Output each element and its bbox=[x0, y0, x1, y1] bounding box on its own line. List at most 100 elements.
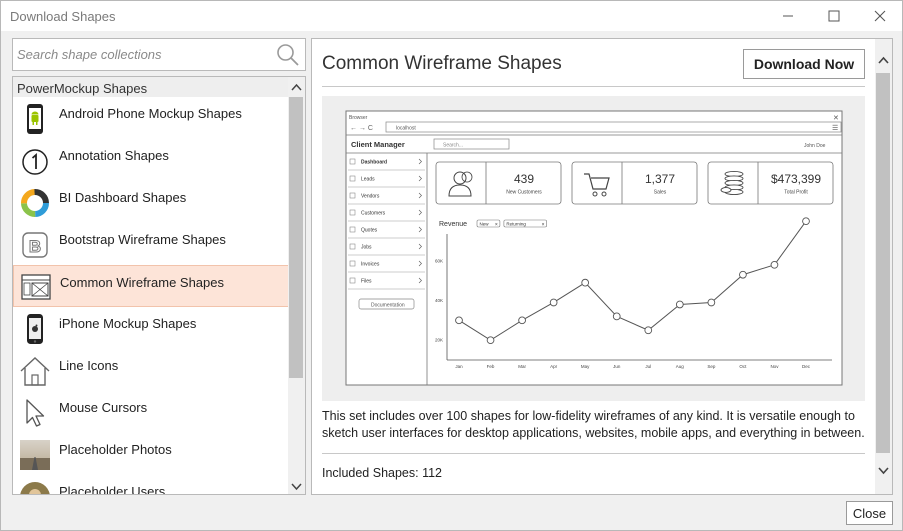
revenue-point bbox=[612, 312, 621, 321]
list-scrollbar[interactable] bbox=[288, 77, 305, 494]
y-tick-label: 60K bbox=[435, 258, 443, 263]
list-item[interactable]: Common Wireframe Shapes bbox=[13, 265, 289, 307]
list-item[interactable]: BI Dashboard Shapes bbox=[13, 181, 289, 223]
x-tick-label: Dec bbox=[802, 364, 811, 369]
preview-nav-arrows-icon: ← → C bbox=[350, 125, 373, 132]
x-tick-label: Jun bbox=[613, 364, 621, 369]
preview-search: Search... bbox=[443, 143, 463, 149]
close-button[interactable]: Close bbox=[846, 501, 893, 525]
revenue-point bbox=[581, 278, 590, 287]
svg-text:B: B bbox=[29, 237, 41, 256]
preview-nav-item: Dashboard bbox=[361, 160, 387, 166]
preview-stat-value: 439 bbox=[514, 172, 534, 186]
list-item[interactable]: Line Icons bbox=[13, 349, 289, 391]
search-input[interactable] bbox=[17, 43, 273, 66]
list-item-label: Android Phone Mockup Shapes bbox=[59, 106, 242, 121]
revenue-point bbox=[739, 270, 747, 279]
list-item-label: Line Icons bbox=[59, 358, 119, 373]
revenue-point bbox=[644, 326, 653, 335]
detail-scrollbar[interactable] bbox=[875, 39, 892, 494]
preview-filter-remove-icon: × bbox=[495, 222, 498, 228]
window-close-button[interactable] bbox=[857, 1, 903, 31]
search-box bbox=[12, 38, 306, 71]
collection-title: Common Wireframe Shapes bbox=[322, 53, 562, 74]
y-tick-label: 20K bbox=[435, 338, 443, 343]
preview-chart-title: Revenue bbox=[439, 221, 467, 228]
download-now-button[interactable]: Download Now bbox=[743, 49, 865, 79]
iphone-icon bbox=[19, 313, 51, 345]
x-tick-label: Apr bbox=[550, 364, 558, 369]
maximize-button[interactable] bbox=[811, 1, 857, 31]
house-line-icon bbox=[19, 355, 51, 387]
annotation-icon bbox=[19, 145, 51, 177]
revenue-point bbox=[770, 260, 779, 269]
android-phone-icon bbox=[19, 103, 51, 135]
preview-stat-label: Sales bbox=[654, 190, 667, 196]
preview-filter-remove-icon: × bbox=[542, 222, 545, 228]
preview-stat-value: $473,399 bbox=[771, 172, 821, 186]
list-item-label: Annotation Shapes bbox=[59, 148, 169, 163]
preview-stat-value: 1,377 bbox=[645, 172, 675, 186]
revenue-point bbox=[455, 316, 463, 325]
list-item-label: Bootstrap Wireframe Shapes bbox=[59, 232, 226, 247]
list-item-label: Placeholder Photos bbox=[59, 442, 172, 457]
list-item[interactable]: B Bootstrap Wireframe Shapes bbox=[13, 223, 289, 265]
list-item[interactable]: Mouse Cursors bbox=[13, 391, 289, 433]
mouse-cursor-icon bbox=[19, 397, 51, 429]
detail-scroll-down-icon[interactable] bbox=[878, 467, 889, 475]
detail-scroll-thumb[interactable] bbox=[876, 73, 890, 453]
list-item-label: Common Wireframe Shapes bbox=[60, 275, 224, 290]
title-divider bbox=[322, 86, 865, 87]
preview-stat-label: New Customers bbox=[506, 190, 542, 196]
collection-description: This set includes over 100 shapes for lo… bbox=[322, 409, 865, 440]
preview-image: Browser ✕ ← → C localhost ☰ Client Manag… bbox=[322, 96, 865, 401]
x-tick-label: May bbox=[581, 364, 590, 369]
detail-scroll-up-icon[interactable] bbox=[878, 56, 889, 64]
list-scroll-thumb[interactable] bbox=[289, 97, 303, 378]
preview-app-title: Client Manager bbox=[351, 140, 405, 149]
list-item[interactable]: Placeholder Photos bbox=[13, 433, 289, 475]
minimize-icon bbox=[783, 15, 793, 17]
preview-close-icon: ✕ bbox=[833, 115, 839, 122]
preview-filter-label: New bbox=[480, 222, 490, 227]
preview-nav-item: Vendors bbox=[361, 194, 380, 200]
list-item[interactable]: Placeholder Users bbox=[13, 475, 289, 494]
revenue-point bbox=[486, 336, 495, 345]
scroll-up-icon[interactable] bbox=[291, 83, 302, 91]
list-item[interactable]: Annotation Shapes bbox=[13, 139, 289, 181]
x-tick-label: Jul bbox=[645, 364, 651, 369]
preview-nav-item: Leads bbox=[361, 177, 375, 183]
preview-user: John Doe bbox=[804, 143, 826, 149]
bootstrap-icon: B bbox=[19, 229, 51, 261]
x-tick-label: Mar bbox=[518, 364, 526, 369]
preview-stat-card bbox=[435, 161, 562, 205]
preview-stat-card bbox=[571, 161, 698, 205]
x-tick-label: Oct bbox=[739, 364, 747, 369]
list-item-label: Mouse Cursors bbox=[59, 400, 148, 415]
donut-chart-icon bbox=[19, 187, 51, 219]
preview-nav-item: Quotes bbox=[361, 228, 378, 234]
download-shapes-dialog: Download Shapes PowerMockup Shapes Andro… bbox=[0, 0, 903, 531]
minimize-button[interactable] bbox=[765, 1, 811, 31]
x-tick-label: Sep bbox=[707, 364, 716, 369]
description-divider bbox=[322, 453, 865, 454]
photo-icon bbox=[19, 439, 51, 471]
preview-stat-label: Total Profit bbox=[784, 190, 808, 196]
close-icon bbox=[874, 10, 886, 22]
x-tick-label: Aug bbox=[676, 364, 685, 369]
preview-browser-title: Browser bbox=[349, 115, 368, 121]
collection-detail-panel: Common Wireframe Shapes Download Now Bro… bbox=[311, 38, 893, 495]
scroll-down-icon[interactable] bbox=[291, 483, 302, 491]
wireframe-window-icon bbox=[20, 272, 52, 304]
list-items: Android Phone Mockup Shapes Annotation Sh… bbox=[13, 97, 289, 494]
window-title: Download Shapes bbox=[10, 9, 116, 24]
list-item[interactable]: iPhone Mockup Shapes bbox=[13, 307, 289, 349]
preview-nav-item: Jobs bbox=[361, 245, 372, 251]
x-tick-label: Jan bbox=[455, 364, 463, 369]
preview-menu-icon: ☰ bbox=[832, 125, 838, 132]
list-group-header: PowerMockup Shapes bbox=[13, 77, 289, 97]
list-item[interactable]: Android Phone Mockup Shapes bbox=[13, 97, 289, 139]
user-photo-icon bbox=[19, 481, 51, 494]
preview-nav-item: Customers bbox=[361, 211, 386, 217]
search-icon[interactable] bbox=[276, 43, 300, 67]
